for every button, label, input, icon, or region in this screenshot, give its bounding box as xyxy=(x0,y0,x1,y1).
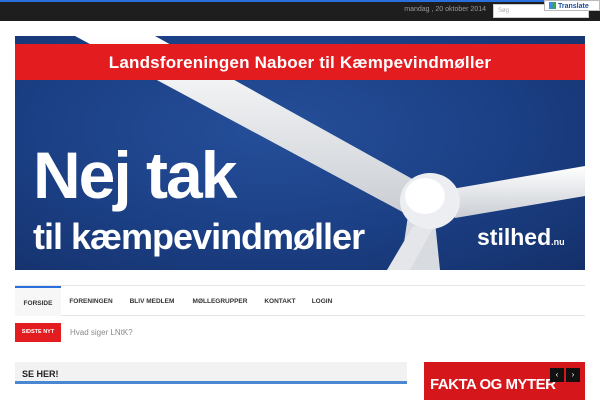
stilhed-logo-text: stilhed xyxy=(477,224,552,250)
stilhed-logo-sub: .nu xyxy=(551,237,565,247)
top-bar: mandag , 20 oktober 2014 Søg xyxy=(0,0,600,21)
header-banner[interactable]: Landsforeningen Naboer til Kæmpevindmøll… xyxy=(15,36,585,270)
google-translate-icon xyxy=(549,2,556,9)
top-accent-line xyxy=(0,0,600,2)
main-navigation: FORSIDE FORENINGEN BLIV MEDLEM MØLLEGRUP… xyxy=(15,285,585,316)
slider-next-icon[interactable]: › xyxy=(566,368,580,382)
nav-item-forside[interactable]: FORSIDE xyxy=(15,286,61,316)
se-her-title: SE HER! xyxy=(22,369,59,379)
nav-item-foreningen[interactable]: FORENINGEN xyxy=(61,286,121,316)
nav-item-bliv-medlem[interactable]: BLIV MEDLEM xyxy=(121,286,183,316)
fakta-og-myter-slider[interactable]: FAKTA OG MYTER ‹ › xyxy=(424,362,585,400)
banner-headline-bar: Landsforeningen Naboer til Kæmpevindmøll… xyxy=(15,44,585,80)
nav-item-login[interactable]: LOGIN xyxy=(303,286,341,316)
latest-news-label: SIDSTE NYT xyxy=(15,323,61,342)
slider-prev-icon[interactable]: ‹ xyxy=(550,368,564,382)
latest-news-link[interactable]: Hvad siger LNtK? xyxy=(70,328,133,337)
nav-item-kontakt[interactable]: KONTAKT xyxy=(257,286,303,316)
translate-label: Translate xyxy=(558,3,589,10)
banner-slogan-line2: til kæmpevindmøller xyxy=(33,216,365,257)
se-her-section-header: SE HER! xyxy=(15,362,407,384)
banner-slogan-line1: Nej tak xyxy=(33,138,237,212)
nav-item-mollegrupper[interactable]: MØLLEGRUPPER xyxy=(183,286,257,316)
fakta-title: FAKTA OG MYTER xyxy=(430,376,556,393)
translate-button[interactable]: Translate xyxy=(544,0,600,11)
current-date: mandag , 20 oktober 2014 xyxy=(404,6,486,13)
stilhed-logo: stilhed.nu xyxy=(477,224,565,251)
banner-headline: Landsforeningen Naboer til Kæmpevindmøll… xyxy=(108,53,492,72)
